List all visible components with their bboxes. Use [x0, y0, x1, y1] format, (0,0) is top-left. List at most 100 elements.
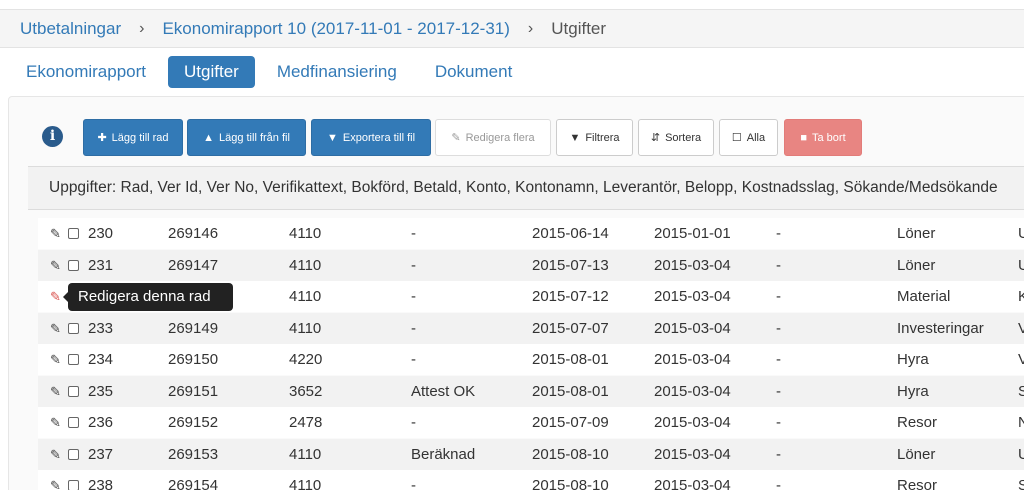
cell-kostnadsslag: Hyra [897, 382, 929, 400]
row-checkbox[interactable] [68, 480, 79, 490]
breadcrumb-separator-icon: › [139, 19, 145, 37]
add-row-label: Lägg till rad [111, 131, 169, 144]
table-row: ✎ 233 269149 4110 - 2015-07-07 2015-03-04 - Inve… [38, 312, 1024, 344]
table-row: ✎ 235 269151 3652 Attest OK 2015-08-01 2015-03… [38, 375, 1024, 407]
filter-icon: ▼ [569, 131, 581, 144]
cell-text: - [411, 288, 416, 305]
edit-multiple-button[interactable]: ✎ Redigera flera [435, 119, 551, 156]
filter-button[interactable]: ▼ Filtrera [556, 119, 633, 156]
edit-multiple-label: Redigera flera [465, 131, 535, 144]
cell-ver-id: 269150 [168, 351, 219, 368]
cell-ver-no: 4110 [289, 445, 322, 463]
cell-ver-no: 2478 [289, 414, 323, 431]
breadcrumb-current: Utgifter [551, 18, 607, 38]
cell-ver-no: 4110 [289, 288, 322, 305]
row-checkbox[interactable] [68, 228, 79, 239]
table-row: ✎ 231 269147 4110 - 2015-07-13 2015-03-04 - Löne… [38, 249, 1024, 281]
row-checkbox[interactable] [68, 354, 79, 365]
add-from-file-button[interactable]: ▲ Lägg till från fil [187, 119, 306, 156]
cell-extra: S [1018, 477, 1024, 490]
filter-label: Filtrera [585, 131, 620, 144]
checkbox-icon: ☐ [731, 132, 742, 144]
tab-dokument[interactable]: Dokument [419, 56, 528, 88]
row-checkbox[interactable] [68, 259, 79, 271]
cell-bokford: 2015-07-12 [532, 288, 609, 305]
cell-betald: 2015-03-04 [654, 256, 731, 274]
edit-row-icon[interactable]: ✎ [50, 353, 63, 366]
row-checkbox[interactable] [68, 448, 79, 460]
cell-betald: 2015-03-04 [654, 477, 731, 490]
table-row: ✎ 237 269153 4110 Beräknad 2015-08-10 2015-03-… [38, 438, 1024, 470]
cell-konto: - [776, 225, 781, 242]
cell-rad: 235 [88, 382, 114, 400]
cell-text: - [411, 225, 416, 242]
cell-extra: U [1018, 225, 1024, 242]
cell-kostnadsslag: Material [897, 288, 951, 305]
breadcrumb-item-utbetalningar[interactable]: Utbetalningar [20, 19, 121, 39]
edit-row-icon[interactable]: ✎ [50, 227, 63, 240]
select-all-button[interactable]: ☐ Alla [719, 119, 778, 156]
cell-kostnadsslag: Resor [897, 477, 938, 490]
cell-betald: 2015-03-04 [654, 445, 731, 463]
cell-konto: - [776, 414, 781, 431]
breadcrumb-item-ekonomirapport[interactable]: Ekonomirapport 10 (2017-11-01 - 2017-12-… [162, 19, 509, 39]
cell-ver-no: 4110 [289, 256, 322, 274]
cell-ver-no: 4110 [289, 319, 322, 337]
edit-row-icon[interactable]: ✎ [50, 259, 63, 272]
row-checkbox[interactable] [68, 417, 79, 428]
plus-icon: ✚ [97, 132, 107, 144]
cell-kostnadsslag: Löner [897, 445, 936, 463]
cell-kostnadsslag: Hyra [897, 351, 929, 368]
edit-row-icon[interactable]: ✎ [50, 416, 63, 429]
cell-konto: - [776, 445, 781, 463]
edit-row-icon[interactable]: ✎ [50, 385, 63, 398]
cell-extra: U [1018, 256, 1024, 274]
tab-utgifter[interactable]: Utgifter [168, 56, 255, 88]
cell-bokford: 2015-07-07 [532, 319, 609, 337]
cell-ver-id: 269146 [168, 225, 219, 242]
sort-button[interactable]: ⇵ Sortera [638, 119, 714, 156]
table-row: ✎ 230 269146 4110 - 2015-06-14 2015-01-01 - Löne… [38, 218, 1024, 249]
edit-row-icon[interactable]: ✎ [50, 322, 63, 335]
cell-ver-id: 269152 [168, 414, 219, 431]
cell-extra: K [1018, 288, 1024, 305]
tab-medfinansiering[interactable]: Medfinansiering [261, 56, 413, 88]
info-icon[interactable]: i [42, 126, 63, 147]
add-row-button[interactable]: ✚ Lägg till rad [83, 119, 183, 156]
cell-betald: 2015-03-04 [654, 319, 731, 337]
tab-ekonomirapport[interactable]: Ekonomirapport [10, 56, 162, 88]
sort-label: Sortera [665, 131, 702, 144]
cell-kostnadsslag: Löner [897, 225, 936, 242]
cell-ver-id: 269153 [168, 445, 219, 463]
cell-ver-id: 269147 [168, 256, 219, 274]
row-checkbox[interactable] [68, 322, 79, 334]
cell-extra: U [1018, 445, 1024, 463]
columns-info: Uppgifter: Rad, Ver Id, Ver No, Verifika… [28, 166, 1024, 210]
cell-kostnadsslag: Löner [897, 256, 936, 274]
cell-rad: 238 [88, 477, 114, 490]
cell-rad: 231 [88, 256, 114, 274]
cell-konto: - [776, 351, 781, 368]
cell-text: - [411, 414, 416, 431]
cell-ver-no: 4110 [289, 477, 322, 490]
tab-bar: Ekonomirapport Utgifter Medfinansiering … [10, 56, 534, 88]
select-all-label: Alla [746, 131, 766, 144]
row-checkbox[interactable] [68, 385, 79, 397]
edit-row-icon[interactable]: ✎ [50, 479, 63, 490]
cell-betald: 2015-01-01 [654, 225, 731, 242]
cell-text: - [411, 477, 416, 490]
edit-row-icon[interactable]: ✎ [50, 290, 63, 303]
edit-row-tooltip: Redigera denna rad [63, 283, 233, 311]
edit-row-icon[interactable]: ✎ [50, 448, 63, 461]
delete-label: Ta bort [812, 131, 846, 144]
cell-rad: 237 [88, 445, 114, 463]
cell-rad: 230 [88, 225, 114, 242]
cell-betald: 2015-03-04 [654, 414, 731, 431]
cell-ver-id: 269154 [168, 477, 219, 490]
table-row: ✎ 234 269150 4220 - 2015-08-01 2015-03-04 - Hyra… [38, 344, 1024, 375]
cell-bokford: 2015-07-09 [532, 414, 609, 431]
table-row: ✎ 236 269152 2478 - 2015-07-09 2015-03-04 - Reso… [38, 407, 1024, 438]
trash-icon: ■ [800, 131, 807, 144]
delete-button[interactable]: ■ Ta bort [784, 119, 862, 156]
export-to-file-button[interactable]: ▼ Exportera till fil [311, 119, 431, 156]
